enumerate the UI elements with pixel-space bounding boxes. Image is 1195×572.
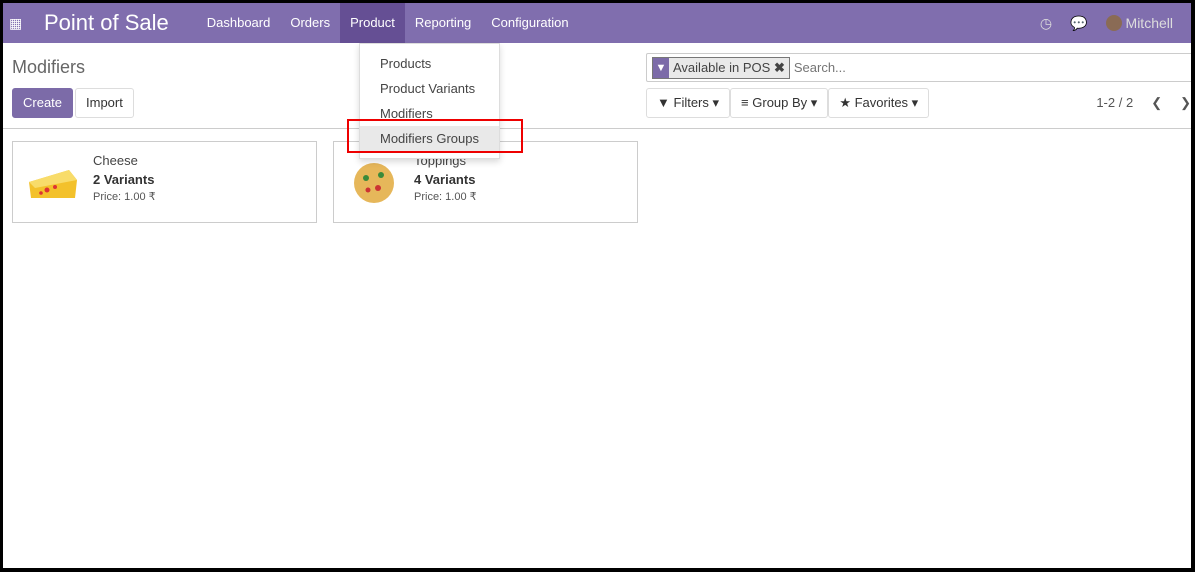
card-variants: 4 Variants [414, 172, 476, 187]
page-title: Modifiers [12, 57, 86, 77]
chat-icon[interactable]: 💬 [1070, 15, 1087, 32]
menu-product[interactable]: Product [340, 3, 405, 43]
app-title: Point of Sale [44, 10, 169, 35]
card-price: Price: 1.00 ₹ [414, 191, 477, 203]
menu-dashboard[interactable]: Dashboard [197, 3, 281, 43]
chevron-right-icon[interactable]: ❯ [1180, 95, 1191, 111]
user-name: Mitchell [1125, 15, 1173, 31]
favorites-label: Favorites [854, 95, 909, 110]
apps-grid-icon[interactable]: ▦ [9, 15, 31, 32]
card-variants: 2 Variants [93, 172, 155, 187]
favorites-button[interactable]: ★ Favorites ▾ [828, 88, 930, 118]
card-price: Price: 1.00 ₹ [93, 191, 156, 203]
list-icon: ≡ [741, 95, 749, 110]
facet-label: Available in POS [673, 59, 771, 75]
remove-facet-icon[interactable]: ✖ [774, 60, 785, 75]
menu-item-product-variants[interactable]: Product Variants [360, 76, 499, 101]
user-menu[interactable]: Mitchell [1105, 15, 1191, 31]
cheese-image [29, 170, 77, 198]
activity-clock-icon[interactable]: ◷ [1040, 15, 1052, 32]
star-icon: ★ [839, 95, 851, 110]
control-panel: Modifiers Create Import ▼ Available in P… [3, 43, 1191, 129]
highlight-box [347, 119, 523, 153]
top-navbar: ▦ Point of Sale Dashboard Orders Product… [3, 3, 1191, 43]
filters-label: Filters [673, 95, 709, 110]
chevron-left-icon[interactable]: ❮ [1151, 95, 1162, 111]
menu-configuration[interactable]: Configuration [481, 3, 578, 43]
pizza-image [354, 163, 394, 203]
funnel-icon: ▼ [657, 95, 670, 110]
funnel-icon: ▼ [653, 57, 669, 78]
kanban-card[interactable]: Cheese 2 Variants Price: 1.00 ₹ [12, 141, 317, 223]
search-input[interactable] [793, 60, 994, 75]
search-bar: ▼ Available in POS ✖ [646, 53, 1191, 82]
group-by-label: Group By [752, 95, 808, 110]
create-button[interactable]: Create [12, 88, 74, 118]
group-by-button[interactable]: ≡ Group By ▾ [730, 88, 829, 118]
menu-reporting[interactable]: Reporting [405, 3, 481, 43]
avatar [1105, 15, 1122, 31]
filter-facet: ▼ Available in POS ✖ [652, 56, 790, 79]
menu-item-products[interactable]: Products [360, 51, 499, 76]
menu-orders[interactable]: Orders [280, 3, 340, 43]
card-name: Cheese [93, 153, 138, 168]
pager-value[interactable]: 1-2 / 2 [1096, 95, 1133, 111]
filters-button[interactable]: ▼ Filters ▾ [646, 88, 731, 118]
import-button[interactable]: Import [75, 88, 134, 118]
app-window: ▦ Point of Sale Dashboard Orders Product… [3, 3, 1191, 568]
